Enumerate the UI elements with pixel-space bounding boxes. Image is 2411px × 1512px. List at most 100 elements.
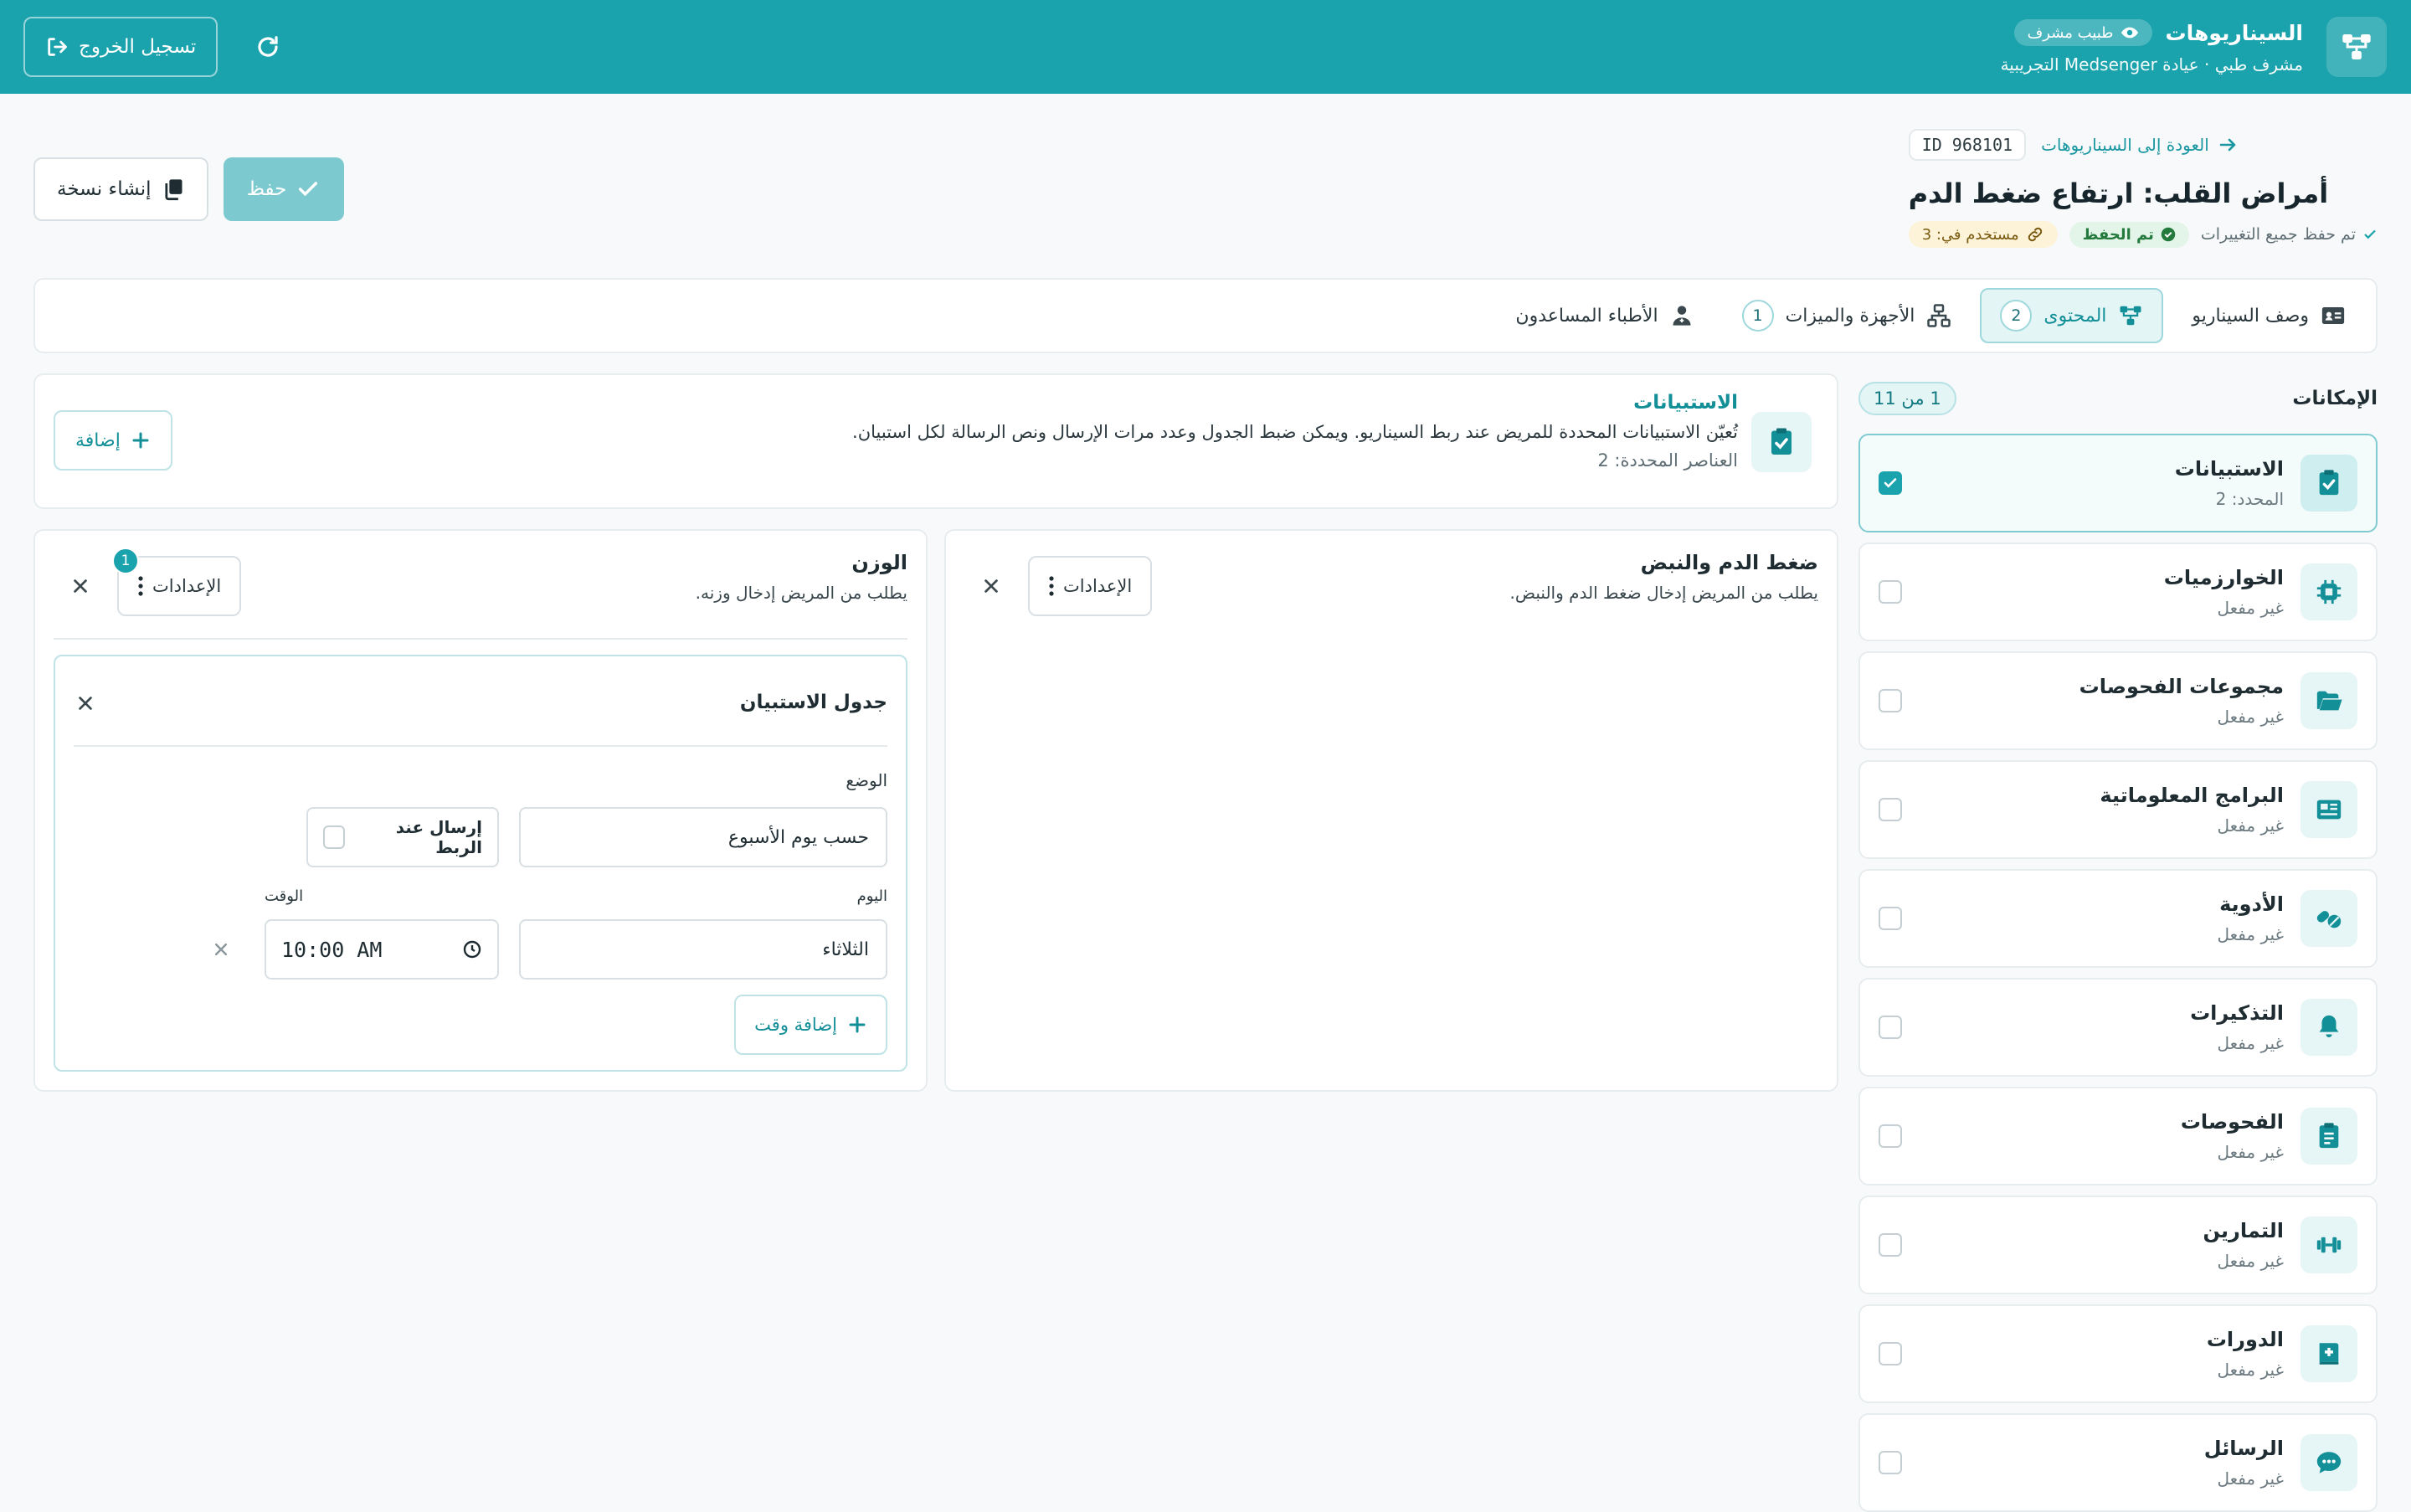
add-time-button[interactable]: إضافة وقت bbox=[734, 995, 887, 1055]
tab-devices[interactable]: الأجهزة والميزات 1 bbox=[1722, 288, 1972, 343]
capability-name: الاستبيانات bbox=[2174, 457, 2284, 481]
capability-item[interactable]: الرسائل غير مفعل bbox=[1858, 1413, 2378, 1512]
settings-button[interactable]: الإعدادات bbox=[1028, 556, 1153, 616]
capability-item[interactable]: الاستبيانات المحدد: 2 bbox=[1858, 434, 2378, 532]
remove-questionnaire-icon[interactable] bbox=[67, 573, 94, 599]
tab-count: 2 bbox=[2000, 300, 2033, 332]
clipboard-check-icon bbox=[2300, 455, 2357, 512]
add-time-label: إضافة وقت bbox=[754, 1015, 837, 1035]
capability-name: مجموعات الفحوصات bbox=[2079, 675, 2284, 698]
capability-item[interactable]: التمارين غير مفعل bbox=[1858, 1196, 2378, 1294]
capability-item[interactable]: الخوارزميات غير مفعل bbox=[1858, 543, 2378, 641]
questionnaire-title: الوزن bbox=[851, 551, 907, 574]
intro-description: تُعيّن الاستبيانات المحددة للمريض عند رب… bbox=[852, 422, 1738, 442]
logout-label: تسجيل الخروج bbox=[79, 36, 197, 58]
capability-checkbox[interactable] bbox=[1879, 1016, 1902, 1039]
capability-checkbox[interactable] bbox=[1879, 689, 1902, 712]
tab-assistant-doctors[interactable]: الأطباء المساعدون bbox=[1495, 288, 1713, 343]
settings-button[interactable]: 1 الإعدادات bbox=[112, 548, 242, 616]
capability-name: الخوارزميات bbox=[2163, 566, 2284, 589]
create-copy-button[interactable]: إنشاء نسخة bbox=[33, 157, 208, 221]
capability-name: الأدوية bbox=[2219, 892, 2284, 916]
clipboard-check-icon bbox=[1751, 412, 1812, 472]
back-label: العودة إلى السيناريوهات bbox=[2041, 135, 2209, 155]
remove-time-icon[interactable] bbox=[208, 936, 234, 963]
bell-icon bbox=[2300, 999, 2357, 1056]
saved-note: تم حفظ جميع التغييرات bbox=[2201, 225, 2378, 244]
scenario-id-badge: ID 968101 bbox=[1908, 129, 2027, 161]
questionnaires-intro-card: الاستبيانات تُعيّن الاستبيانات المحددة ل… bbox=[33, 373, 1838, 509]
app-title: السيناريوهات bbox=[2165, 20, 2304, 45]
settings-label: الإعدادات bbox=[1063, 576, 1133, 596]
add-questionnaire-button[interactable]: إضافة bbox=[54, 410, 172, 471]
id-card-icon bbox=[2321, 303, 2346, 328]
saved-badge: تم الحفظ bbox=[2069, 221, 2189, 248]
capability-checkbox[interactable] bbox=[1879, 1342, 1902, 1365]
time-input[interactable]: 10:00 AM bbox=[265, 919, 499, 980]
capability-item[interactable]: الدورات غير مفعل bbox=[1858, 1304, 2378, 1403]
tab-content[interactable]: المحتوى 2 bbox=[1980, 288, 2164, 343]
time-label: الوقت bbox=[265, 887, 304, 905]
day-label: اليوم bbox=[856, 887, 887, 905]
send-on-link-checkbox[interactable]: إرسال عند الربط bbox=[306, 807, 499, 867]
capability-checkbox[interactable] bbox=[1879, 907, 1902, 930]
tab-label: المحتوى bbox=[2043, 305, 2107, 327]
capability-item[interactable]: البرامج المعلوماتية غير مفعل bbox=[1858, 760, 2378, 859]
settings-label: الإعدادات bbox=[152, 576, 222, 596]
questionnaire-title: ضغط الدم والنبض bbox=[1640, 551, 1818, 574]
day-select[interactable]: الثلاثاء bbox=[519, 919, 887, 980]
check-circle-icon bbox=[2161, 227, 2176, 242]
capability-item[interactable]: الفحوصات غير مفعل bbox=[1858, 1087, 2378, 1185]
tabs-bar: وصف السيناريو المحتوى 2 الأجهزة والميزات… bbox=[33, 278, 2378, 353]
capability-name: البرامج المعلوماتية bbox=[2100, 784, 2284, 807]
chip-icon bbox=[2300, 563, 2357, 620]
capability-status: غير مفعل bbox=[2217, 1251, 2284, 1271]
role-pill: طبيب مشرف bbox=[2013, 19, 2152, 46]
capability-status: المحدد: 2 bbox=[2215, 489, 2284, 509]
add-label: إضافة bbox=[75, 429, 121, 451]
capability-item[interactable]: التذكيرات غير مفعل bbox=[1858, 978, 2378, 1077]
mode-label: الوضع bbox=[846, 770, 887, 790]
capability-checkbox[interactable] bbox=[1879, 798, 1902, 821]
used-in-badge[interactable]: مستخدم في: 3 bbox=[1908, 221, 2058, 248]
schedule-title: جدول الاستبيان bbox=[739, 692, 887, 713]
mode-select[interactable]: حسب يوم الأسبوع bbox=[519, 807, 887, 867]
dumbbell-icon bbox=[2300, 1216, 2357, 1273]
capability-item[interactable]: مجموعات الفحوصات غير مفعل bbox=[1858, 651, 2378, 750]
capability-checkbox[interactable] bbox=[1879, 1233, 1902, 1257]
divider bbox=[74, 745, 887, 747]
remove-questionnaire-icon[interactable] bbox=[978, 573, 1005, 599]
brand: السيناريوهات طبيب مشرف مشرف طبي · عيادة … bbox=[2001, 17, 2387, 77]
plus-icon bbox=[131, 430, 151, 450]
folder-open-icon bbox=[2300, 672, 2357, 729]
capability-checkbox[interactable] bbox=[1879, 1124, 1902, 1148]
questionnaire-description: يطلب من المريض إدخال ضغط الدم والنبض. bbox=[1509, 583, 1818, 603]
doctor-icon bbox=[1670, 304, 1694, 327]
capability-checkbox[interactable] bbox=[1879, 580, 1902, 604]
capability-checkbox[interactable] bbox=[1879, 1451, 1902, 1474]
back-link[interactable]: العودة إلى السيناريوهات bbox=[2041, 135, 2238, 155]
schedule-panel: جدول الاستبيان الوضع حسب يوم الأسبوع إرس… bbox=[54, 655, 907, 1072]
tab-count: 1 bbox=[1741, 300, 1774, 332]
capability-status: غير مفعل bbox=[2217, 924, 2284, 944]
sidebar-title: الإمكانات bbox=[2292, 388, 2378, 409]
capabilities-count: 1 من 11 bbox=[1858, 382, 1956, 415]
capability-status: غير مفعل bbox=[2217, 1468, 2284, 1489]
page-header: العودة إلى السيناريوهات ID 968101 أمراض … bbox=[33, 126, 2378, 268]
capability-item[interactable]: الأدوية غير مفعل bbox=[1858, 869, 2378, 968]
logout-button[interactable]: تسجيل الخروج bbox=[23, 17, 218, 77]
diagram-logo-icon[interactable] bbox=[2326, 17, 2387, 77]
refresh-icon[interactable] bbox=[248, 27, 288, 67]
time-value: 10:00 AM bbox=[281, 937, 383, 962]
clock-icon bbox=[462, 939, 482, 959]
close-schedule-icon[interactable] bbox=[72, 690, 99, 717]
eye-icon bbox=[2121, 23, 2139, 42]
tab-description[interactable]: وصف السيناريو bbox=[2172, 288, 2366, 343]
tab-label: الأطباء المساعدون bbox=[1515, 305, 1658, 327]
link-icon bbox=[2026, 225, 2044, 244]
capability-name: الرسائل bbox=[2203, 1437, 2284, 1460]
capability-checkbox[interactable] bbox=[1879, 471, 1902, 495]
save-button[interactable]: حفظ bbox=[223, 157, 344, 221]
divider bbox=[54, 638, 907, 640]
role-label: طبيب مشرف bbox=[2027, 23, 2114, 42]
